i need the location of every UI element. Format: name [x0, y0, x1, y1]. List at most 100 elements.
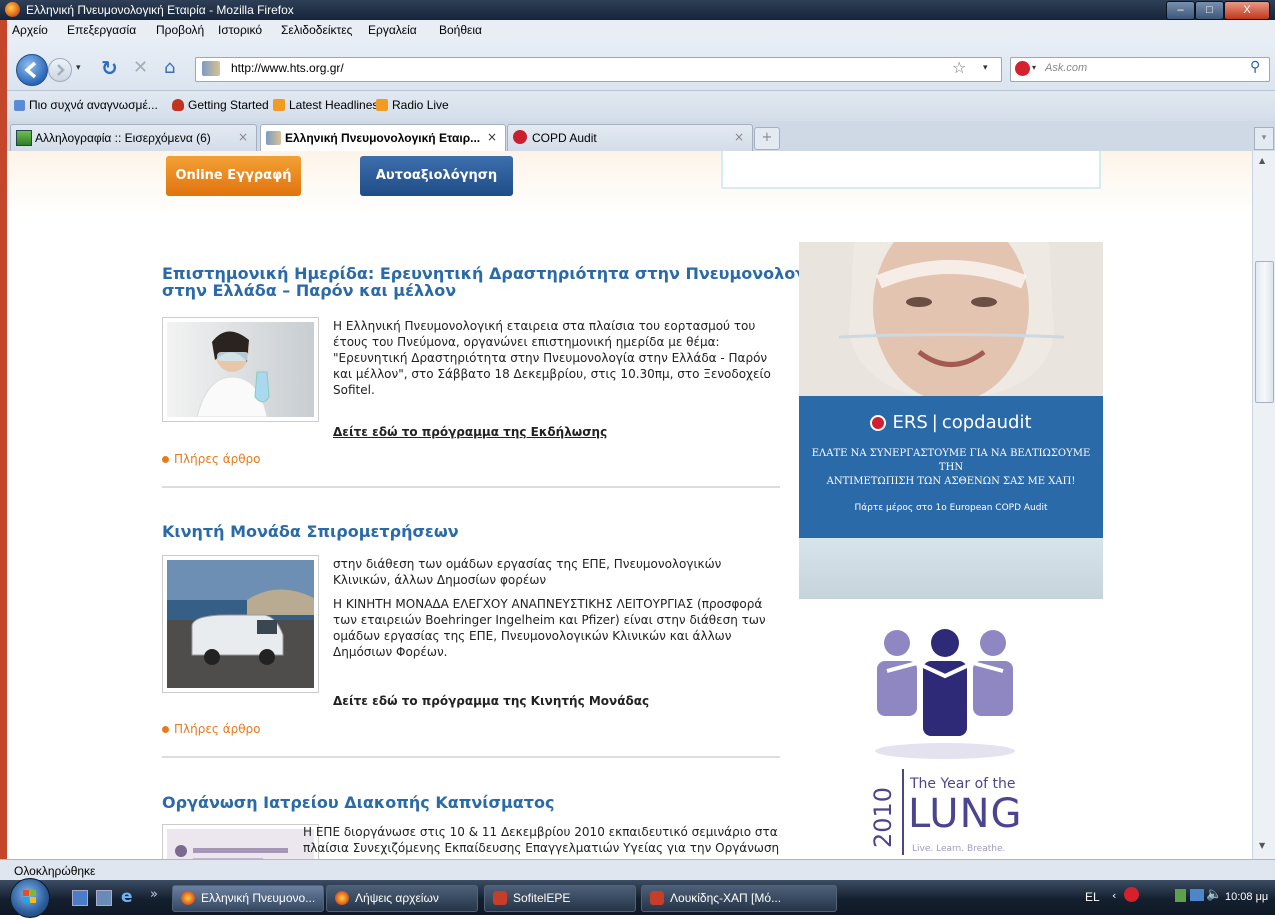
- close-button[interactable]: X: [1224, 1, 1270, 20]
- bookmark-star-icon[interactable]: ☆: [952, 58, 966, 77]
- page-scrollbar[interactable]: ▲ ▼: [1252, 151, 1275, 859]
- forward-button[interactable]: [48, 58, 72, 82]
- seminar-document-image: [167, 829, 314, 859]
- article-title-link[interactable]: Οργάνωση Ιατρείου Διακοπής Καπνίσματος: [162, 794, 554, 811]
- article-image[interactable]: [162, 317, 319, 422]
- getting-started-icon: [172, 99, 184, 111]
- ers-slogan: ΕΛΑΤΕ ΝΑ ΣΥΝΕΡΓΑΣΤΟΥΜΕ ΓΙΑ ΝΑ ΒΕΛΤΙΩΣΟΥΜ…: [811, 448, 1091, 487]
- ie-icon[interactable]: e: [121, 887, 133, 907]
- reload-icon[interactable]: ↻: [101, 56, 118, 80]
- quicklaunch-more-icon[interactable]: »: [150, 887, 158, 902]
- ers-banner-footer: [799, 538, 1103, 599]
- stop-icon[interactable]: ✕: [133, 57, 148, 78]
- url-text[interactable]: http://www.hts.org.gr/: [231, 61, 344, 75]
- article-body: Η Ελληνική Πνευμονολογική εταιρεια στα π…: [333, 319, 771, 397]
- ers-copd-audit-banner[interactable]: ERS | copdaudit ΕΛΑΤΕ ΝΑ ΣΥΝΕΡΓΑΣΤΟΥΜΕ ΓΙΑ…: [799, 242, 1103, 599]
- ers-cta: Πάρτε μέρος στο 1ο European COPD Audit: [854, 503, 1048, 513]
- mail-favicon-icon: [16, 130, 32, 146]
- year-of-the-lung-banner[interactable]: 2010 The Year of the LUNG Live. Learn. B…: [857, 621, 1037, 859]
- window-left-border: [0, 20, 7, 864]
- read-more-link[interactable]: Πλήρες άρθρο: [162, 452, 261, 466]
- mobile-unit-program-link[interactable]: Δείτε εδώ το πρόγραμμα της Κινητής Μονάδ…: [333, 694, 649, 708]
- site-favicon-icon: [202, 61, 220, 76]
- status-text: Ολοκληρώθηκε: [14, 864, 96, 878]
- tab-copd-audit[interactable]: COPD Audit ×: [507, 124, 753, 151]
- taskbar-loukidis[interactable]: Λουκίδης-ΧΑΠ [Μό...: [641, 885, 837, 912]
- menu-tools[interactable]: Εργαλεία: [368, 23, 417, 37]
- article-image[interactable]: [162, 555, 319, 693]
- back-arrow-icon: [24, 61, 37, 79]
- search-input[interactable]: Ask.com: [1045, 62, 1087, 74]
- page-content: Online Εγγραφή Αυτοαξιολόγηση Επιστημονι…: [7, 151, 1252, 859]
- divider: [162, 486, 780, 488]
- bullet-icon: [162, 726, 169, 733]
- taskbar-sofitel[interactable]: SofitelEPE: [484, 885, 636, 912]
- maximize-button[interactable]: □: [1195, 1, 1224, 20]
- clock[interactable]: 10:08 μμ: [1225, 891, 1268, 903]
- mobile-unit-van-image: [167, 560, 314, 688]
- taskbar-downloads[interactable]: Λήψεις αρχείων: [326, 885, 478, 912]
- rss-icon: [273, 99, 285, 111]
- scroll-up-icon[interactable]: ▲: [1259, 156, 1265, 165]
- tab-close-icon[interactable]: ×: [734, 130, 744, 144]
- battery-icon[interactable]: [1175, 889, 1186, 902]
- bullet-icon: [162, 456, 169, 463]
- search-icon[interactable]: ⚲: [1250, 59, 1260, 75]
- lung-line3: Live. Learn. Breathe.: [912, 844, 1006, 854]
- history-dropdown-icon[interactable]: ▾: [76, 63, 81, 73]
- hts-favicon-icon: [266, 131, 281, 145]
- window-title: Ελληνική Πνευμονολογική Εταιρία - Mozill…: [26, 3, 294, 17]
- copd-favicon-icon: [513, 130, 527, 144]
- divider: [162, 756, 780, 758]
- menu-bookmarks[interactable]: Σελιδοδείκτες: [281, 23, 352, 37]
- start-button[interactable]: [10, 878, 50, 918]
- minimize-button[interactable]: –: [1166, 1, 1195, 20]
- lung-line2: LUNG: [908, 791, 1023, 837]
- scroll-thumb[interactable]: [1255, 261, 1274, 403]
- taskbar-firefox[interactable]: Ελληνική Πνευμονο...: [172, 885, 324, 912]
- bookmark-radio-live[interactable]: Radio Live: [392, 98, 449, 112]
- article-image[interactable]: [162, 824, 319, 859]
- search-engine-dropdown-icon[interactable]: ▾: [1032, 63, 1036, 72]
- article-title-link[interactable]: Κινητή Μονάδα Σπιρομετρήσεων: [162, 523, 459, 540]
- back-button[interactable]: [16, 54, 48, 86]
- bookmark-getting-started[interactable]: Getting Started: [188, 98, 269, 112]
- volume-icon[interactable]: 🔈: [1206, 887, 1222, 902]
- show-desktop-icon[interactable]: [72, 890, 88, 906]
- article-title-link[interactable]: Επιστημονική Ημερίδα: Ερευνητική Δραστηρ…: [162, 265, 823, 299]
- menu-edit[interactable]: Επεξεργασία: [67, 23, 136, 37]
- bookmark-most-visited[interactable]: Πιο συχνά αναγνωσμέ...: [29, 98, 158, 112]
- rss-icon: [376, 99, 388, 111]
- self-assessment-button[interactable]: Αυτοαξιολόγηση: [360, 156, 513, 196]
- bookmarks-toolbar: Πιο συχνά αναγνωσμέ... Getting Started L…: [7, 91, 1275, 121]
- home-icon[interactable]: ⌂: [164, 57, 175, 78]
- lung-line1: The Year of the: [910, 776, 1016, 792]
- three-figures-lung-icon: [875, 629, 1015, 759]
- menu-history[interactable]: Ιστορικό: [218, 23, 262, 37]
- url-dropdown-icon[interactable]: ▾: [983, 63, 988, 73]
- event-program-link[interactable]: Δείτε εδώ το πρόγραμμα της Εκδήλωσης: [333, 425, 607, 439]
- switch-windows-icon[interactable]: [96, 890, 112, 906]
- menu-help[interactable]: Βοήθεια: [439, 23, 482, 37]
- windows-logo-icon: [23, 890, 36, 903]
- ask-engine-icon[interactable]: [1015, 61, 1030, 76]
- network-icon[interactable]: [1190, 889, 1204, 901]
- tab-list-dropdown-icon[interactable]: ▾: [1254, 127, 1274, 150]
- antivirus-icon[interactable]: [1124, 887, 1139, 902]
- menu-view[interactable]: Προβολή: [156, 23, 204, 37]
- online-registration-button[interactable]: Online Εγγραφή: [166, 156, 301, 196]
- scroll-down-icon[interactable]: ▼: [1259, 841, 1265, 850]
- tab-close-icon[interactable]: ×: [487, 130, 497, 144]
- read-more-link[interactable]: Πλήρες άρθρο: [162, 722, 261, 736]
- lung-year: 2010: [869, 786, 897, 848]
- language-indicator[interactable]: EL: [1085, 890, 1100, 904]
- menu-file[interactable]: Αρχείο: [12, 23, 48, 37]
- tab-hts[interactable]: Ελληνική Πνευμονολογική Εταιρ... ×: [260, 124, 506, 152]
- article-body: Η ΕΠΕ διοργάνωσε στις 10 & 11 Δεκεμβρίου…: [303, 825, 780, 855]
- scientist-image: [167, 322, 314, 418]
- new-tab-button[interactable]: +: [754, 127, 780, 150]
- bookmark-latest-headlines[interactable]: Latest Headlines: [289, 98, 378, 112]
- tab-close-icon[interactable]: ×: [238, 130, 248, 144]
- tray-expand-icon[interactable]: ‹: [1112, 889, 1116, 902]
- tab-mail[interactable]: Αλληλογραφία :: Εισερχόμενα (6) ×: [10, 124, 257, 151]
